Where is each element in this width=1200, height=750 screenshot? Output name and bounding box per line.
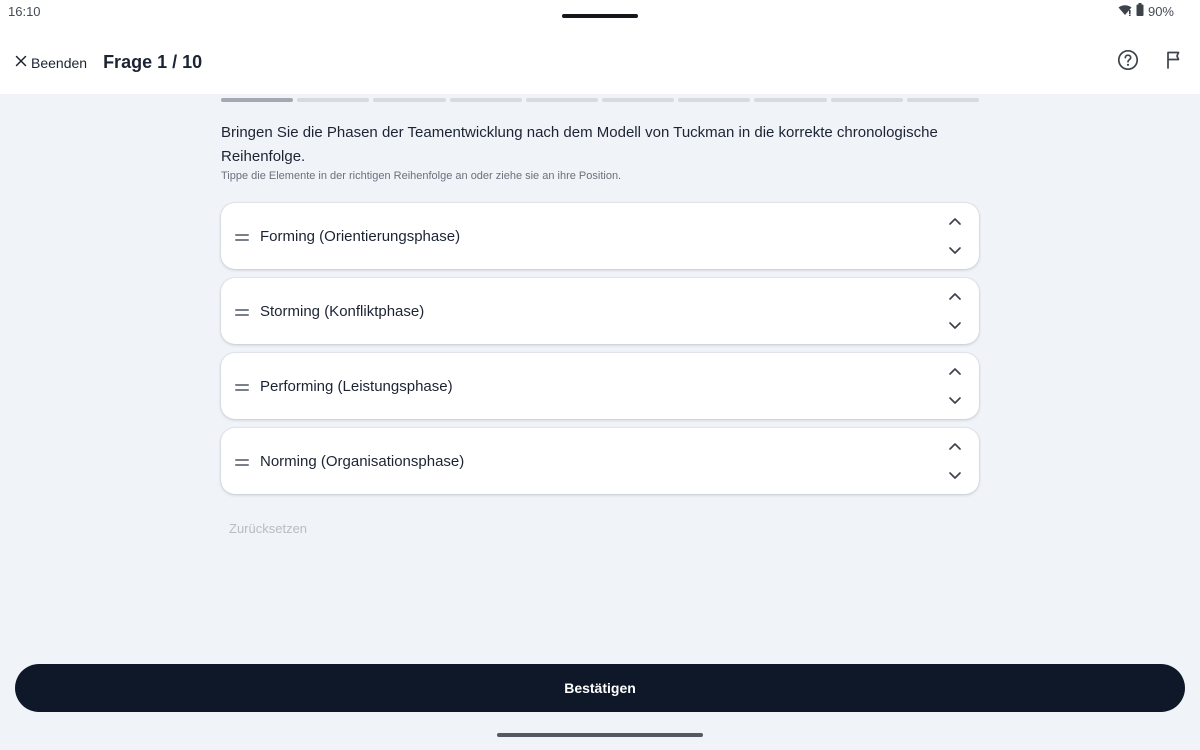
progress-segment bbox=[373, 98, 446, 102]
top-bar: 16:10 90% Beenden Frage 1 / 10 bbox=[0, 0, 1200, 94]
chevron-up-icon bbox=[948, 438, 962, 456]
progress-segment bbox=[525, 98, 599, 102]
move-up-button[interactable] bbox=[945, 287, 965, 307]
reorder-item[interactable]: Storming (Konfliktphase) bbox=[221, 278, 979, 344]
flag-icon bbox=[1164, 50, 1184, 75]
move-down-button[interactable] bbox=[945, 391, 965, 411]
reset-button[interactable]: Zurücksetzen bbox=[229, 521, 307, 536]
question-hint: Tippe die Elemente in der richtigen Reih… bbox=[221, 170, 622, 182]
app-bar-left: Beenden Frage 1 / 10 bbox=[14, 52, 202, 73]
quit-button[interactable]: Beenden bbox=[14, 54, 87, 71]
status-time: 16:10 bbox=[8, 4, 41, 19]
battery-percent: 90% bbox=[1147, 3, 1174, 19]
chevron-down-icon bbox=[948, 392, 962, 410]
progress-segment bbox=[906, 98, 980, 102]
camera-notch-pill bbox=[562, 14, 638, 18]
move-down-button[interactable] bbox=[945, 316, 965, 336]
progress-segment bbox=[297, 98, 370, 102]
progress-segment bbox=[754, 98, 827, 102]
question-text: Bringen Sie die Phasen der Teamentwicklu… bbox=[221, 124, 938, 165]
drag-handle-icon[interactable] bbox=[235, 384, 249, 394]
help-circle-icon bbox=[1117, 49, 1139, 76]
move-up-button[interactable] bbox=[945, 362, 965, 382]
quit-label: Beenden bbox=[31, 54, 88, 71]
reorder-item-label: Forming (Orientierungsphase) bbox=[260, 227, 461, 245]
confirm-button[interactable]: Bestätigen bbox=[15, 664, 1185, 712]
move-up-button[interactable] bbox=[945, 212, 965, 232]
page-title: Frage 1 / 10 bbox=[103, 52, 203, 72]
move-up-button[interactable] bbox=[945, 437, 965, 457]
help-button[interactable] bbox=[1116, 49, 1140, 76]
chevron-down-icon bbox=[948, 317, 962, 335]
progress-segment bbox=[449, 98, 522, 102]
battery-icon bbox=[1136, 3, 1144, 19]
status-icons: 90% bbox=[1118, 3, 1174, 19]
reorder-item[interactable]: Performing (Leistungsphase) bbox=[221, 353, 979, 419]
move-down-button[interactable] bbox=[945, 466, 965, 486]
app-bar-right bbox=[1116, 49, 1186, 76]
home-indicator bbox=[497, 733, 703, 737]
chevron-down-icon bbox=[948, 242, 962, 260]
progress-segment bbox=[221, 98, 294, 102]
reorder-item[interactable]: Forming (Orientierungsphase) bbox=[221, 203, 979, 269]
move-down-button[interactable] bbox=[945, 241, 965, 261]
progress-segment bbox=[602, 98, 675, 102]
progress-segment bbox=[830, 98, 903, 102]
close-icon bbox=[14, 54, 28, 71]
question-progress-bar bbox=[221, 98, 980, 103]
chevron-down-icon bbox=[948, 467, 962, 485]
reorder-item[interactable]: Norming (Organisationsphase) bbox=[221, 428, 979, 494]
reorder-item-label: Storming (Konfliktphase) bbox=[260, 302, 425, 320]
progress-segment bbox=[678, 98, 751, 102]
report-flag-button[interactable] bbox=[1162, 50, 1186, 74]
chevron-up-icon bbox=[948, 363, 962, 381]
drag-handle-icon[interactable] bbox=[235, 234, 249, 244]
chevron-up-icon bbox=[948, 213, 962, 231]
drag-handle-icon[interactable] bbox=[235, 459, 249, 469]
reorder-item-label: Performing (Leistungsphase) bbox=[260, 377, 453, 395]
wifi-icon bbox=[1118, 4, 1132, 19]
reorder-item-label: Norming (Organisationsphase) bbox=[260, 452, 465, 470]
drag-handle-icon[interactable] bbox=[235, 309, 249, 319]
chevron-up-icon bbox=[948, 288, 962, 306]
reorder-list: Forming (Orientierungsphase) Storming (K… bbox=[221, 203, 979, 503]
